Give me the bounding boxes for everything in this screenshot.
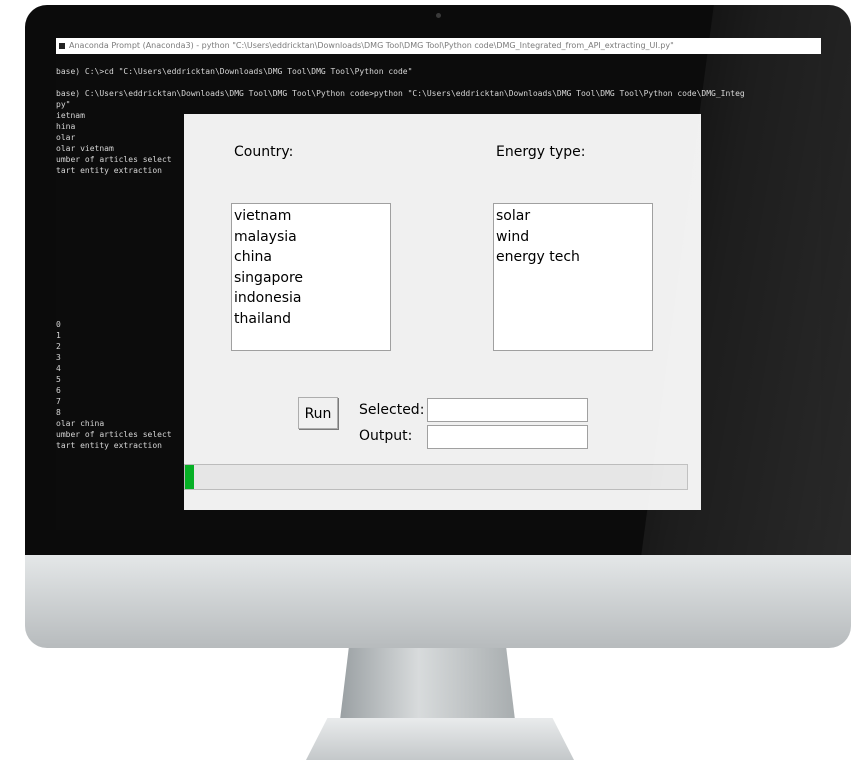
country-list-item[interactable]: singapore	[234, 268, 388, 289]
console-titlebar: Anaconda Prompt (Anaconda3) - python "C:…	[56, 38, 821, 54]
country-list-item[interactable]: malaysia	[234, 227, 388, 248]
monitor-stand-base	[306, 718, 574, 760]
console-line: py"	[56, 100, 71, 109]
output-label: Output:	[359, 428, 413, 444]
country-list-item[interactable]: vietnam	[234, 206, 388, 227]
energy-type-list-item[interactable]: wind	[496, 227, 650, 248]
run-button[interactable]: Run	[298, 397, 338, 429]
output-field[interactable]	[427, 425, 588, 449]
progress-bar	[184, 464, 688, 490]
monitor-stand	[340, 648, 515, 720]
country-list-item[interactable]: china	[234, 247, 388, 268]
console-window-title: Anaconda Prompt (Anaconda3) - python "C:…	[69, 41, 674, 50]
country-list-item[interactable]: indonesia	[234, 288, 388, 309]
energy-type-list-item[interactable]: energy tech	[496, 247, 650, 268]
energy-type-label: Energy type:	[496, 144, 586, 160]
progress-bar-fill	[185, 465, 194, 489]
monitor-chin	[25, 555, 851, 648]
console-line: base) C:\>cd "C:\Users\eddricktan\Downlo…	[56, 67, 413, 76]
selected-label: Selected:	[359, 402, 425, 418]
console-app-icon	[59, 42, 65, 49]
console-line: base) C:\Users\eddricktan\Downloads\DMG …	[56, 89, 745, 98]
country-list-item[interactable]: thailand	[234, 309, 388, 330]
energy-type-list-item[interactable]: solar	[496, 206, 650, 227]
selected-field[interactable]	[427, 398, 588, 422]
tk-dialog: Country: Energy type: vietnam malaysia chi…	[184, 114, 701, 510]
country-label: Country:	[234, 144, 294, 160]
country-listbox[interactable]: vietnam malaysia china singapore indonesia th…	[231, 203, 391, 351]
energy-type-listbox[interactable]: solar wind energy tech	[493, 203, 653, 351]
camera-dot	[436, 13, 441, 18]
